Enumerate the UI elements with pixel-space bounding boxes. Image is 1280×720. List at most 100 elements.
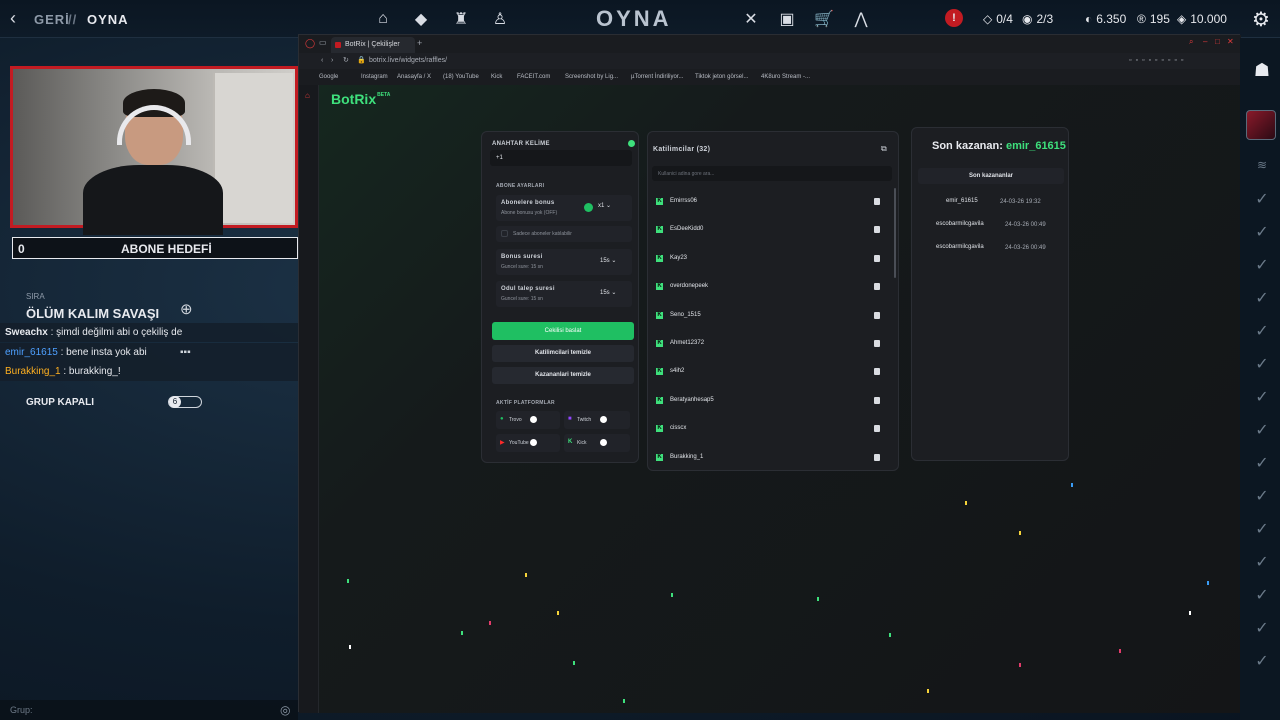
trash-icon[interactable] <box>874 254 880 262</box>
group-chat-input[interactable]: Grup: <box>0 700 298 720</box>
avatar[interactable] <box>1246 110 1276 140</box>
bookmark[interactable]: 4K8uro Stream -... <box>761 69 810 85</box>
sub-only-checkbox[interactable] <box>501 230 508 237</box>
bookmark[interactable]: Instagram <box>361 69 388 85</box>
close-icon[interactable]: ✕ <box>1227 37 1234 46</box>
minimize-icon[interactable]: – <box>1203 37 1207 46</box>
participant-name: Kay23 <box>670 254 688 261</box>
trash-icon[interactable] <box>874 453 880 461</box>
friend-agent-icon[interactable]: ✓ <box>1248 252 1276 280</box>
start-raffle-button[interactable]: Cekilisi baslat <box>492 322 634 340</box>
trash-icon[interactable] <box>874 226 880 234</box>
alert-icon[interactable]: ! <box>945 9 963 27</box>
chat-settings-icon[interactable]: ◎ <box>280 703 290 717</box>
friends-icon[interactable]: ☗ <box>1248 56 1276 84</box>
platform-name: Twitch <box>577 417 592 423</box>
trash-icon[interactable] <box>874 396 880 404</box>
bookmark[interactable]: (18) YouTube <box>443 69 479 85</box>
forward-icon[interactable]: › <box>331 53 333 69</box>
tab-botrix[interactable]: BotRix | Çekilişler <box>331 37 415 53</box>
last-winner-name: emir_61615 <box>1005 140 1066 152</box>
chat-bubble-icon[interactable]: ▪▪▪ <box>180 343 191 362</box>
tab-title: BotRix | Çekilişler <box>345 41 400 48</box>
bookmark[interactable]: Tiktok jeton görsel... <box>695 69 748 85</box>
friend-agent-icon[interactable]: ✓ <box>1248 615 1276 643</box>
breadcrumb-current: OYNA <box>87 12 129 27</box>
battlepass-icon[interactable]: ♙ <box>489 8 511 30</box>
streamer <box>83 87 223 235</box>
friend-agent-icon[interactable]: ✓ <box>1248 384 1276 412</box>
home-icon[interactable]: ⌂ <box>372 8 394 30</box>
address-bar: ‹ › ↻ 🔒 botrix.live/widgets/raffles/ ▫▫▫… <box>299 53 1241 69</box>
friend-agent-icon[interactable]: ✓ <box>1248 186 1276 214</box>
tabs-icon[interactable]: ▭ <box>319 38 327 47</box>
friend-agent-icon[interactable]: ✓ <box>1248 417 1276 445</box>
bonus-time-select[interactable]: 15s ⌄ <box>600 257 616 264</box>
keyword-input[interactable]: +1 <box>490 150 632 166</box>
back-icon[interactable]: ‹ <box>321 53 323 69</box>
career-icon[interactable]: ♜ <box>450 8 472 30</box>
clear-participants-button[interactable]: Katilimcilari temizle <box>492 345 634 362</box>
reload-icon[interactable]: ↻ <box>343 53 349 69</box>
bookmark[interactable]: Anasayfa / X <box>397 69 431 85</box>
trash-icon[interactable] <box>874 425 880 433</box>
settings-gear-icon[interactable]: ⚙ <box>1252 7 1270 32</box>
trash-icon[interactable] <box>874 311 880 319</box>
maximize-icon[interactable]: □ <box>1215 37 1220 46</box>
rank-icon[interactable]: ⋀ <box>850 8 872 30</box>
armory-icon[interactable]: ▣ <box>776 8 798 30</box>
url-field[interactable]: botrix.live/widgets/raffles/ <box>369 53 447 69</box>
chevron-down-icon: ⌄ <box>611 258 617 264</box>
bookmark[interactable]: Google <box>319 69 338 85</box>
search-icon[interactable]: ⌕ <box>1189 37 1193 47</box>
group-toggle[interactable]: 6 <box>168 396 202 408</box>
trash-icon[interactable] <box>874 283 880 291</box>
opera-icon[interactable]: ◯ <box>305 38 315 49</box>
back-arrow-icon[interactable]: ‹ <box>10 8 16 29</box>
participants-search-input[interactable]: Kullanici adina gore ara... <box>652 166 892 181</box>
sub-only-row[interactable]: Sadece aboneler katılabilir <box>496 226 632 242</box>
collection-icon[interactable]: ✕ <box>740 8 762 30</box>
copy-icon[interactable]: ⧉ <box>881 144 887 154</box>
claim-time-select[interactable]: 15s ⌄ <box>600 289 616 296</box>
bookmark[interactable]: µTorrent İndiriliyor... <box>631 69 683 85</box>
crosshair-icon[interactable]: ⊕ <box>180 300 193 318</box>
participants-scrollbar[interactable] <box>894 188 896 278</box>
agents-icon[interactable]: ◆ <box>410 8 432 30</box>
botrix-logo[interactable]: BotRixBETA <box>331 91 390 107</box>
trash-icon[interactable] <box>874 340 880 347</box>
friend-agent-icon[interactable]: ✓ <box>1248 483 1276 511</box>
bookmarks-bar: Google Instagram Anasayfa / X (18) YouTu… <box>299 69 1241 85</box>
friend-agent-icon[interactable]: ✓ <box>1248 648 1276 676</box>
kick-icon: K <box>656 340 663 347</box>
bookmark[interactable]: Kick <box>491 69 502 85</box>
sub-bonus-toggle[interactable] <box>584 203 593 212</box>
friend-agent-icon[interactable]: ✓ <box>1248 219 1276 247</box>
twitch-icon: ■ <box>568 416 572 422</box>
clear-winners-button[interactable]: Kazananlari temizle <box>492 367 634 384</box>
trash-icon[interactable] <box>874 368 880 376</box>
friend-agent-icon[interactable]: ✓ <box>1248 516 1276 544</box>
tab-bar: ◯ ▭ BotRix | Çekilişler + ⌕ – □ ✕ <box>299 35 1241 53</box>
mode-title[interactable]: ÖLÜM KALIM SAVAŞI <box>26 306 159 321</box>
extensions-icon[interactable]: ▫▫▫▫▫▫▫▫▫ <box>1129 53 1187 69</box>
friend-agent-icon[interactable]: ✓ <box>1248 549 1276 577</box>
radianite-value: 195 <box>1149 12 1170 26</box>
friend-agent-icon[interactable]: ✓ <box>1248 582 1276 610</box>
new-tab-icon[interactable]: + <box>417 38 422 48</box>
friend-agent-icon[interactable]: ✓ <box>1248 351 1276 379</box>
store-cart-icon[interactable]: 🛒 <box>813 8 835 30</box>
friend-agent-icon[interactable]: ✓ <box>1248 285 1276 313</box>
page-title[interactable]: OYNA <box>596 6 672 32</box>
trash-icon[interactable] <box>874 198 880 205</box>
friend-agent-icon[interactable]: ✓ <box>1248 318 1276 346</box>
bookmark[interactable]: FACEIT.com <box>517 69 550 85</box>
sub-bonus-title: Abonelere bonus <box>501 200 555 206</box>
friend-agent-icon[interactable]: ✓ <box>1248 450 1276 478</box>
kick-icon: K <box>656 311 663 319</box>
confetti-piece <box>461 631 463 635</box>
sidebar-home-icon[interactable]: ⌂ <box>305 91 310 100</box>
sub-bonus-multiplier[interactable]: x1 ⌄ <box>598 202 611 209</box>
back-label[interactable]: GERİ <box>34 12 70 27</box>
bookmark[interactable]: Screenshot by Lig... <box>565 69 618 85</box>
